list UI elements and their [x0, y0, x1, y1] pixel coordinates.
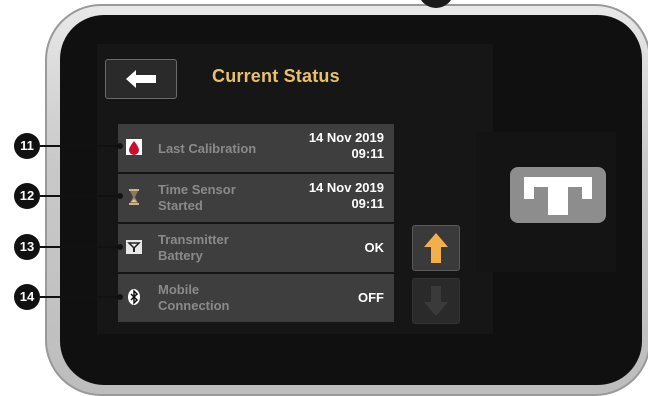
page-title: Current Status [212, 66, 340, 86]
callout-line [40, 195, 120, 197]
callout-14: 14 [14, 284, 40, 310]
row-label-line2: Connection [158, 298, 230, 313]
row-value-time: 09:11 [351, 196, 384, 211]
arrow-down-icon [424, 286, 448, 316]
arrow-up-icon [424, 233, 448, 263]
scroll-down-button[interactable] [412, 278, 460, 324]
arrow-left-icon [126, 70, 156, 88]
back-button[interactable] [105, 59, 177, 99]
callout-line [40, 246, 120, 248]
bluetooth-icon [128, 289, 140, 305]
scroll-up-button[interactable] [412, 225, 460, 271]
callout-dot [117, 143, 123, 149]
callout-13: 13 [14, 234, 40, 260]
callout-line [40, 145, 120, 147]
callout-dot [117, 294, 123, 300]
callout-dot [117, 193, 123, 199]
status-row-transmitter-battery: Transmitter Battery OK [118, 222, 394, 272]
callout-12: 12 [14, 183, 40, 209]
row-label-line1: Time Sensor [158, 182, 236, 197]
callout-line [40, 296, 120, 298]
home-button[interactable] [510, 167, 606, 223]
row-value-status: OFF [358, 290, 384, 305]
row-value-status: OK [364, 240, 385, 255]
row-label-line2: Battery [158, 248, 203, 263]
transmitter-icon [126, 240, 142, 254]
row-value-time: 09:11 [351, 146, 384, 161]
row-label: Last Calibration [158, 141, 257, 156]
row-value-date: 14 Nov 2019 [308, 180, 384, 195]
status-row-mobile-connection: Mobile Connection OFF [118, 272, 394, 322]
row-label-line1: Transmitter [158, 232, 229, 247]
t-logo-icon [524, 177, 592, 215]
status-row-last-calibration: Last Calibration 14 Nov 2019 09:11 [118, 124, 394, 174]
row-value-date: 14 Nov 2019 [308, 130, 384, 145]
hourglass-icon [129, 189, 139, 205]
blood-drop-icon [126, 139, 142, 155]
callout-dot [117, 244, 123, 250]
status-row-time-sensor-started: Time Sensor Started 14 Nov 2019 09:11 [118, 172, 394, 222]
row-label-line1: Mobile [158, 282, 200, 297]
row-label-line2: Started [158, 198, 203, 213]
callout-11: 11 [14, 133, 40, 159]
